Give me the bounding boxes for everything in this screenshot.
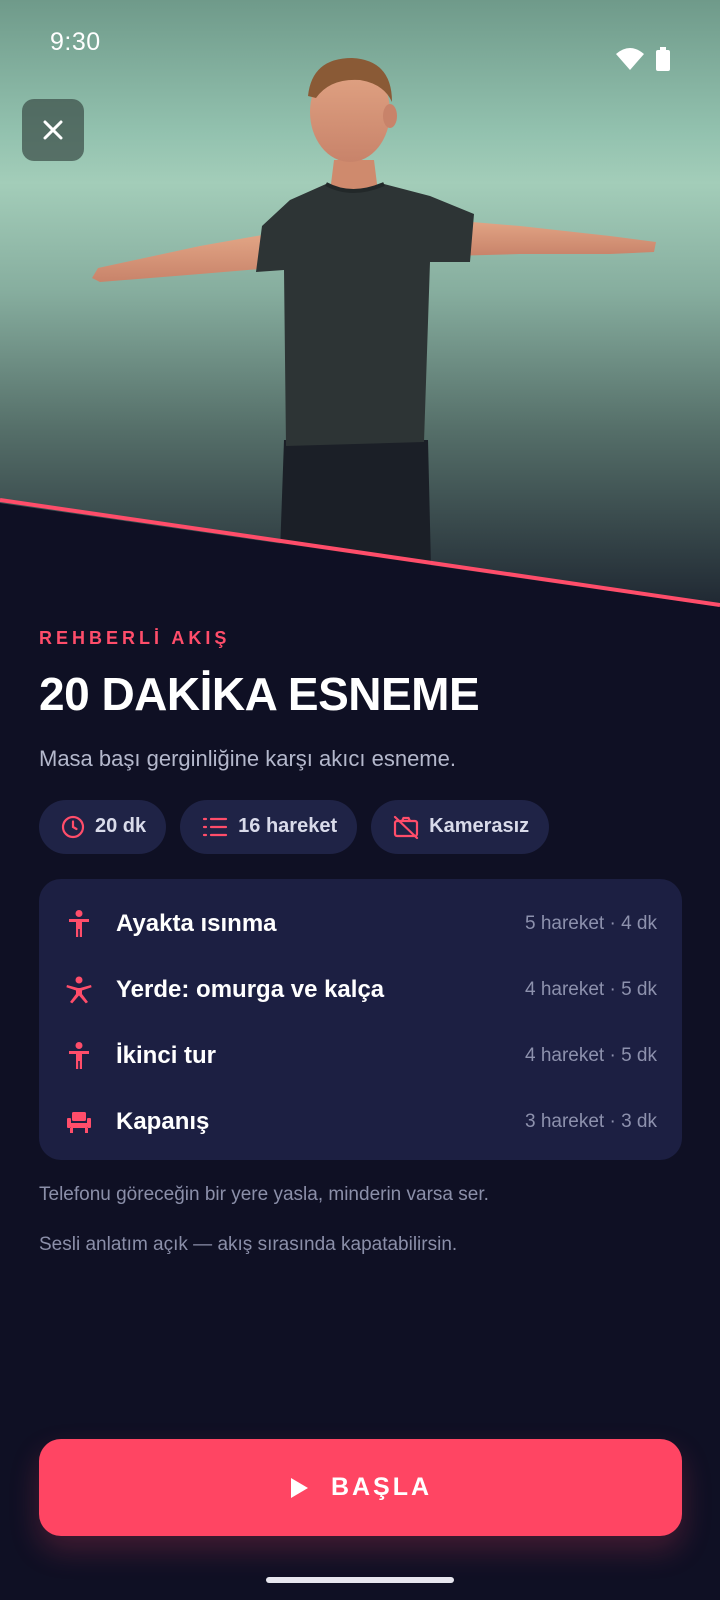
status-bar: 9:30 (0, 0, 720, 88)
section-name: İkinci tur (116, 1042, 217, 1069)
section-meta: 4 hareket · 5 dk (524, 979, 657, 1000)
start-button-label: BAŞLA (330, 1473, 433, 1501)
start-button[interactable]: BAŞLA (39, 1439, 682, 1536)
note-setup: Telefonu göreceğin bir yere yasla, minde… (39, 1184, 489, 1205)
close-icon (43, 120, 63, 140)
play-icon (290, 1477, 308, 1498)
section-row[interactable]: Yerde: omurga ve kalça 4 hareket · 5 dk (64, 957, 657, 1023)
chip-label: 16 hareket (238, 815, 338, 838)
sections-card: Ayakta ısınma 5 hareket · 4 dk Yerde: om… (39, 879, 682, 1160)
section-row[interactable]: İkinci tur 4 hareket · 5 dk (64, 1023, 657, 1089)
chip-camera: Kamerasız (371, 799, 550, 854)
note-audio: Sesli anlatım açık — akış sırasında kapa… (39, 1234, 458, 1255)
section-row[interactable]: Kapanış 3 hareket · 3 dk (64, 1089, 657, 1155)
clock-icon (61, 815, 85, 838)
chip-duration: 20 dk (39, 799, 167, 854)
home-indicator[interactable] (266, 1577, 454, 1583)
hero-divider (0, 498, 720, 610)
section-name: Kapanış (116, 1108, 210, 1135)
list-icon (203, 817, 228, 836)
stretching-person-icon (66, 976, 92, 1004)
wifi-icon (616, 48, 644, 70)
chip-label: 20 dk (95, 815, 147, 838)
section-row[interactable]: Ayakta ısınma 5 hareket · 4 dk (64, 891, 657, 957)
standing-person-icon (69, 1042, 89, 1069)
section-name: Ayakta ısınma (116, 910, 277, 937)
workout-header: REHBERLİ AKIŞ 20 DAKİKA ESNEME Masa başı… (39, 628, 681, 854)
section-meta: 4 hareket · 5 dk (524, 1045, 657, 1066)
info-chips: 20 dk 16 hareket Kamerasız (39, 799, 681, 854)
section-meta: 5 hareket · 4 dk (524, 913, 657, 934)
eyebrow-label: REHBERLİ AKIŞ (39, 628, 231, 648)
hero-image (0, 0, 720, 610)
chip-label: Kamerasız (429, 815, 530, 838)
standing-person-icon (69, 910, 89, 937)
section-name: Yerde: omurga ve kalça (116, 976, 385, 1003)
chip-moves: 16 hareket (180, 799, 358, 854)
battery-icon (656, 47, 670, 71)
status-time: 9:30 (50, 28, 101, 56)
page-title: 20 DAKİKA ESNEME (39, 668, 480, 720)
chair-icon (67, 1112, 91, 1133)
close-button[interactable] (22, 99, 84, 161)
camera-off-icon (394, 815, 419, 839)
status-icons (616, 28, 670, 88)
page-subtitle: Masa başı gerginliğine karşı akıcı esnem… (39, 745, 456, 771)
section-meta: 3 hareket · 3 dk (524, 1111, 657, 1132)
